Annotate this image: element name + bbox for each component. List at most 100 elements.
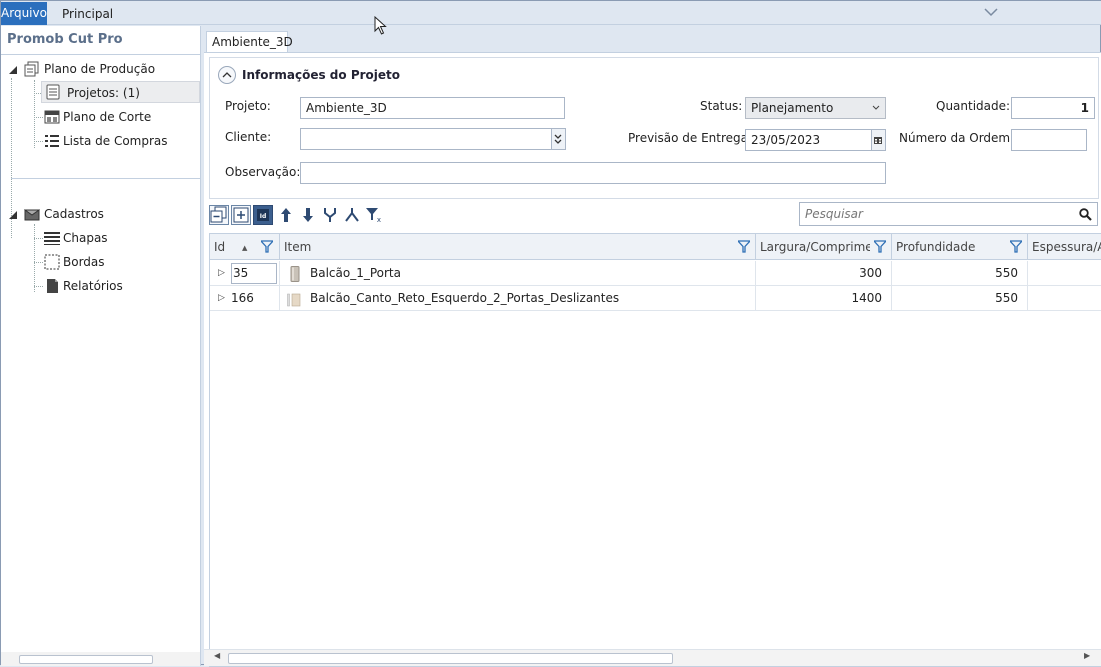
observacao-label: Observação: (225, 165, 301, 179)
cell-largura[interactable]: 1400 (756, 286, 892, 311)
tree-line (34, 80, 35, 148)
search-icon[interactable] (1079, 208, 1092, 221)
filter-icon[interactable] (738, 240, 750, 253)
cell-id[interactable]: ▷ 35 (210, 261, 280, 286)
sidebar-item-label: Projetos: (1) (67, 86, 140, 100)
row-expand-triangle-icon[interactable]: ▷ (218, 261, 225, 286)
cell-id[interactable]: ▷ 166 (210, 286, 280, 311)
column-label: Id (214, 240, 226, 254)
table-row[interactable]: ▷ 166 Balcão_Canto_Reto_Esquerdo_2_Porta… (210, 286, 1101, 311)
ribbon-collapse-chevron-icon[interactable] (983, 5, 999, 19)
chevron-up-icon (222, 72, 232, 78)
sidebar-item-label: Relatórios (63, 279, 123, 293)
previsao-entrega-date-input[interactable]: 23/05/2023 (745, 129, 886, 151)
tab-arquivo[interactable]: Arquivo (1, 2, 47, 25)
split-icon (345, 208, 359, 222)
column-header-espessura[interactable]: Espessura/Altura (1028, 234, 1101, 260)
move-down-icon (303, 208, 313, 222)
move-down-button[interactable] (298, 205, 318, 225)
cut-plan-icon (44, 110, 60, 124)
production-plan-icon (24, 61, 39, 77)
row-expand-triangle-icon[interactable]: ▷ (218, 286, 225, 311)
calendar-button[interactable] (871, 130, 885, 150)
sidebar-item-bordas[interactable]: Bordas (41, 251, 200, 273)
sidebar-item-chapas[interactable]: Chapas (41, 227, 200, 249)
id-toggle-button[interactable]: Id (253, 205, 273, 225)
cell-item[interactable]: Balcão_1_Porta (280, 261, 756, 286)
calendar-icon (874, 137, 882, 144)
clear-filter-button[interactable]: x (364, 205, 384, 225)
column-header-profundidade[interactable]: Profundidade (892, 234, 1028, 260)
collapse-all-button[interactable] (209, 205, 229, 225)
column-header-item[interactable]: Item (280, 234, 756, 260)
sidebar-item-lista-de-compras[interactable]: Lista de Compras (41, 130, 200, 152)
sort-ascending-icon: ▲ (242, 244, 248, 252)
project-info-panel: Informações do Projeto Projeto: Ambiente… (209, 57, 1099, 199)
edges-icon (44, 254, 60, 270)
filter-icon[interactable] (1010, 240, 1022, 253)
cell-espessura[interactable] (1028, 261, 1101, 286)
move-up-icon (281, 208, 291, 222)
cell-espessura[interactable] (1028, 286, 1101, 311)
expanded-triangle-icon[interactable] (9, 211, 17, 219)
cabinet-icon (290, 266, 300, 282)
search-input[interactable]: Pesquisar (799, 202, 1098, 226)
cell-item[interactable]: Balcão_Canto_Reto_Esquerdo_2_Portas_Desl… (280, 286, 756, 311)
tab-ambiente-3d[interactable]: Ambiente_3D (206, 31, 293, 53)
scrollbar-thumb[interactable] (228, 653, 673, 664)
projeto-input[interactable]: Ambiente_3D (300, 97, 565, 119)
sidebar-item-label: Plano de Corte (63, 110, 152, 124)
sidebar-item-projetos[interactable]: Projetos: (1) (41, 81, 200, 103)
cliente-input[interactable] (300, 128, 566, 150)
mouse-cursor-icon (374, 16, 387, 35)
tab-principal[interactable]: Principal (58, 3, 117, 25)
sidebar-item-plano-de-corte[interactable]: Plano de Corte (41, 106, 200, 128)
tree-node-label: Plano de Produção (44, 62, 156, 76)
numero-ordem-input[interactable] (1011, 129, 1087, 151)
scrollbar-thumb[interactable] (19, 655, 153, 664)
expanded-triangle-icon[interactable] (9, 66, 17, 74)
grid-horizontal-scrollbar[interactable]: ◀ ▶ (204, 649, 1101, 666)
scroll-left-arrow-icon[interactable]: ◀ (214, 651, 220, 660)
quantidade-value: 1 (1080, 101, 1089, 115)
quantidade-label: Quantidade: (936, 99, 1011, 113)
column-header-largura[interactable]: Largura/Comprimento (756, 234, 892, 260)
sidebar-horizontal-scrollbar[interactable] (1, 652, 200, 666)
sidebar: Promob Cut Pro Plano de Produção Projeto… (1, 26, 201, 666)
quantidade-input[interactable]: 1 (1011, 97, 1095, 119)
previsao-entrega-value: 23/05/2023 (751, 133, 821, 147)
merge-button[interactable] (320, 205, 340, 225)
registry-box-icon (24, 209, 40, 221)
status-label: Status: (700, 99, 743, 113)
tree-node-label: Cadastros (44, 207, 104, 221)
cell-largura[interactable]: 300 (756, 261, 892, 286)
cell-profundidade[interactable]: 550 (892, 261, 1028, 286)
filter-icon[interactable] (874, 240, 886, 253)
chevron-down-icon (872, 105, 880, 110)
cell-profundidade[interactable]: 550 (892, 286, 1028, 311)
grid-header: Id ▲ Item Largura/Comprimento Profundida… (210, 234, 1101, 260)
filter-icon[interactable] (261, 240, 273, 253)
tree-node-plano-de-producao[interactable]: Plano de Produção (7, 58, 197, 80)
item-name: Balcão_Canto_Reto_Esquerdo_2_Portas_Desl… (310, 291, 620, 305)
id-edit-box[interactable]: 35 (231, 263, 277, 284)
move-up-button[interactable] (276, 205, 296, 225)
column-header-id[interactable]: Id ▲ (210, 234, 280, 260)
previsao-entrega-label: Previsão de Entrega: (628, 131, 753, 145)
sheets-icon (44, 232, 60, 245)
cliente-dropdown-button[interactable] (551, 129, 565, 149)
tree-node-cadastros[interactable]: Cadastros (7, 203, 197, 225)
id-value: 166 (231, 291, 254, 305)
collapse-all-icon (210, 206, 227, 223)
collapse-section-button[interactable] (218, 66, 236, 84)
split-button[interactable] (342, 205, 362, 225)
sidebar-item-relatorios[interactable]: Relatórios (41, 275, 200, 297)
column-label: Espessura/Altura (1032, 240, 1101, 254)
scroll-right-arrow-icon[interactable]: ▶ (1084, 651, 1090, 660)
table-row[interactable]: ▷ 35 Balcão_1_Porta 300 550 (210, 261, 1101, 286)
expand-all-button[interactable] (231, 205, 251, 225)
observacao-input[interactable] (300, 162, 886, 184)
status-select[interactable]: Planejamento (745, 97, 886, 119)
divider (11, 178, 200, 179)
items-grid: Id ▲ Item Largura/Comprimento Profundida… (209, 233, 1101, 667)
